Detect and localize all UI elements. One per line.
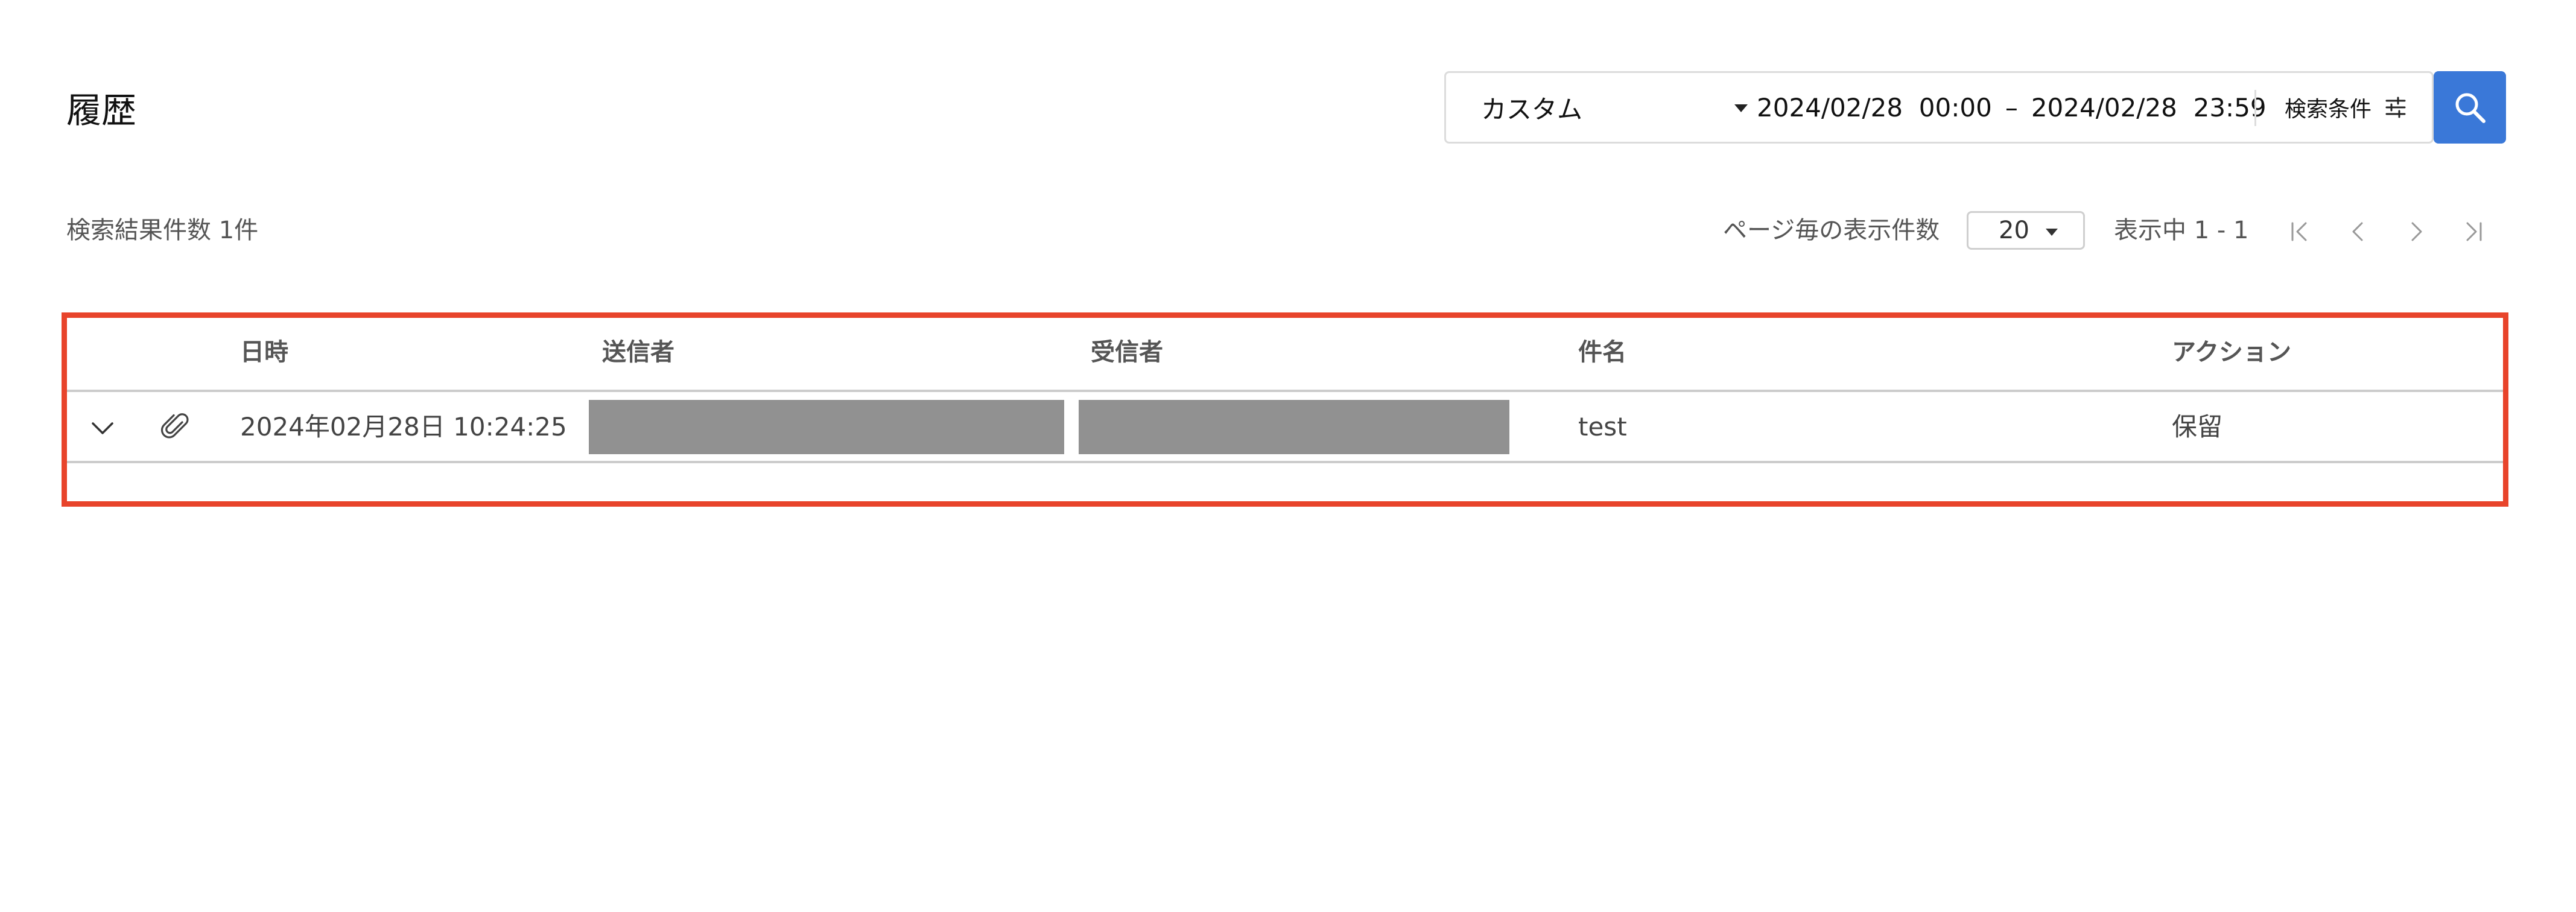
date-range-input[interactable]: 2024/02/28 00:00 – 2024/02/28 23:59 [1757,73,2267,142]
prev-page-icon [2352,222,2363,241]
search-icon [2455,93,2486,123]
end-date: 2024/02/28 [2031,92,2177,122]
last-page-button[interactable] [2457,215,2490,249]
last-page-icon [2466,222,2482,241]
result-count: 検索結果件数 1件 [66,217,259,244]
start-date: 2024/02/28 [1757,92,1903,122]
search-conditions-button[interactable]: 検索条件 [2285,73,2406,142]
next-page-button[interactable] [2400,215,2434,249]
expand-row-button[interactable] [87,413,118,444]
per-page-select[interactable]: 20 [1967,211,2085,250]
range-separator: – [2005,92,2018,122]
chevron-down-icon [92,422,113,434]
search-conditions-label: 検索条件 [2285,97,2372,122]
page-title: 履歴 [66,90,137,131]
first-page-icon [2291,222,2307,241]
sliders-icon [2385,97,2406,118]
column-header-action[interactable]: アクション [2172,334,2291,370]
search-bar: カスタム 2024/02/28 00:00 – 2024/02/28 23:59… [1444,71,2434,144]
recipient-redacted [1079,400,1509,454]
start-time: 00:00 [1918,92,1992,122]
showing-range: 表示中 1 - 1 [2114,217,2249,244]
range-type-value: カスタム [1481,94,1583,124]
header-divider [67,390,2503,392]
row-subject: test [1578,412,1627,442]
caret-down-icon [2046,229,2058,236]
search-button[interactable] [2434,71,2506,144]
column-header-sender[interactable]: 送信者 [602,334,674,370]
per-page-label: ページ毎の表示件数 [1723,217,1940,244]
row-action: 保留 [2172,412,2223,442]
range-type-select[interactable]: カスタム [1481,73,1748,142]
prev-page-button[interactable] [2341,215,2375,249]
caret-down-icon [1734,104,1748,112]
per-page-value: 20 [1999,217,2029,244]
next-page-icon [2411,222,2422,241]
column-header-recipient[interactable]: 受信者 [1091,334,1163,370]
sender-redacted [589,400,1064,454]
row-datetime: 2024年02月28日 10:24:25 [240,412,567,442]
first-page-button[interactable] [2283,215,2317,249]
column-header-subject[interactable]: 件名 [1578,334,1626,370]
paperclip-icon [158,409,194,445]
divider [2254,90,2256,126]
column-header-datetime[interactable]: 日時 [240,334,288,370]
row-divider [67,461,2503,463]
